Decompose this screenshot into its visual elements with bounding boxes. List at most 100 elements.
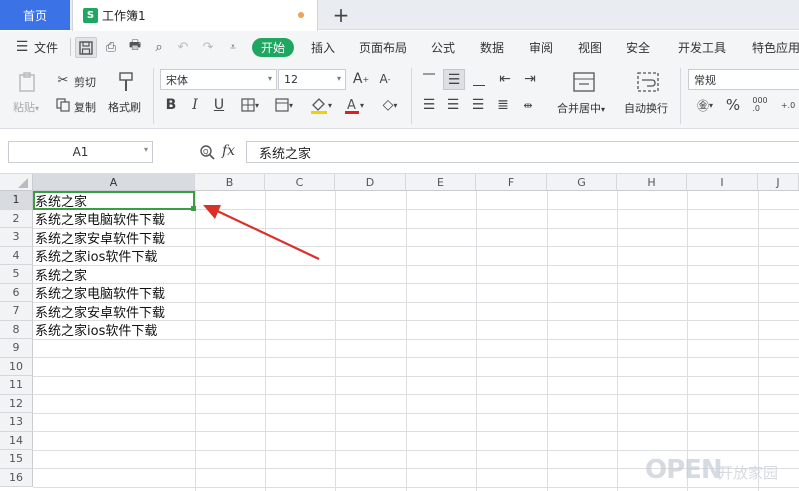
- format-painter-label[interactable]: 格式刷: [108, 99, 141, 115]
- row-header-10[interactable]: 10: [0, 357, 33, 376]
- row-header-1[interactable]: 1: [0, 191, 33, 210]
- number-format-select[interactable]: 常规: [688, 69, 799, 90]
- thousands-separator-icon[interactable]: 000.0: [750, 95, 770, 115]
- row-header-12[interactable]: 12: [0, 394, 33, 413]
- row-header-14[interactable]: 14: [0, 431, 33, 450]
- menu-page-layout[interactable]: 页面布局: [359, 31, 407, 63]
- merge-center-icon[interactable]: [572, 70, 596, 94]
- redo-icon[interactable]: ↷: [199, 38, 217, 56]
- cell-A7[interactable]: 系统之家安卓软件下载: [35, 302, 165, 321]
- tab-home[interactable]: 首页: [0, 0, 70, 30]
- wrap-text-label[interactable]: 自动换行: [624, 100, 668, 116]
- row-header-6[interactable]: 6: [0, 283, 33, 302]
- align-bottom-icon[interactable]: ⎽: [470, 71, 488, 87]
- column-header-A[interactable]: A: [33, 174, 195, 191]
- copy-icon[interactable]: [55, 97, 71, 113]
- row-header-13[interactable]: 13: [0, 413, 33, 432]
- bold-icon[interactable]: B: [162, 96, 180, 114]
- menu-special[interactable]: 特色应用: [752, 31, 799, 63]
- increase-font-icon[interactable]: A +: [352, 70, 370, 88]
- column-header-H[interactable]: H: [617, 174, 687, 191]
- row-header-8[interactable]: 8: [0, 320, 33, 339]
- print-preview-icon[interactable]: ⌕: [150, 38, 168, 56]
- name-box[interactable]: A1 ▾: [8, 141, 153, 163]
- column-header-D[interactable]: D: [335, 174, 406, 191]
- menu-developer[interactable]: 开发工具: [678, 31, 726, 63]
- increase-indent-icon[interactable]: ⇥: [521, 71, 539, 87]
- column-header-G[interactable]: G: [547, 174, 617, 191]
- row-header-7[interactable]: 7: [0, 302, 33, 321]
- cell-A3[interactable]: 系统之家安卓软件下载: [35, 228, 165, 247]
- row-header-11[interactable]: 11: [0, 376, 33, 395]
- column-header-F[interactable]: F: [476, 174, 547, 191]
- menu-view[interactable]: 视图: [578, 31, 602, 63]
- print-icon[interactable]: 🖶: [126, 38, 144, 56]
- row-header-3[interactable]: 3: [0, 228, 33, 247]
- formula-input[interactable]: 系统之家: [246, 141, 799, 163]
- undo-icon[interactable]: ↶: [174, 38, 192, 56]
- cut-label[interactable]: 剪切: [74, 74, 96, 90]
- align-top-icon[interactable]: ⎺: [420, 71, 438, 87]
- column-header-J[interactable]: J: [758, 174, 799, 191]
- menu-icon[interactable]: ☰: [14, 39, 30, 55]
- menu-start[interactable]: 开始: [252, 38, 294, 57]
- row-header-4[interactable]: 4: [0, 246, 33, 265]
- menu-formula[interactable]: 公式: [431, 31, 455, 63]
- cell-style-icon[interactable]: ▾: [270, 96, 298, 114]
- distributed-align-icon[interactable]: ⇹: [518, 97, 538, 113]
- menu-data[interactable]: 数据: [480, 31, 504, 63]
- clear-format-icon[interactable]: ◇ ▾: [376, 96, 404, 114]
- increase-decimal-icon[interactable]: +.0: [777, 95, 799, 115]
- menu-file[interactable]: 文件: [34, 31, 58, 63]
- menu-review[interactable]: 审阅: [529, 31, 553, 63]
- add-tab-button[interactable]: +: [330, 3, 352, 27]
- decrease-indent-icon[interactable]: ⇤: [496, 71, 514, 87]
- quick-access-dropdown-icon[interactable]: ⩡: [224, 38, 242, 56]
- cell-A2[interactable]: 系统之家电脑软件下载: [35, 210, 165, 228]
- active-cell-selection[interactable]: [33, 191, 195, 210]
- tab-workbook[interactable]: S 工作簿1: [72, 0, 318, 31]
- column-header-C[interactable]: C: [265, 174, 335, 191]
- zoom-lookup-icon[interactable]: Q: [198, 143, 216, 161]
- font-color-icon[interactable]: A ▾: [340, 95, 368, 115]
- percent-icon[interactable]: %: [724, 96, 742, 114]
- decrease-font-icon[interactable]: A-: [376, 70, 394, 88]
- border-icon[interactable]: ▾: [236, 96, 264, 114]
- copy-label[interactable]: 复制: [74, 99, 96, 115]
- row-header-5[interactable]: 5: [0, 265, 33, 284]
- italic-icon[interactable]: I: [186, 96, 204, 114]
- select-all-corner[interactable]: [0, 174, 33, 191]
- export-pdf-icon[interactable]: ⎙: [102, 38, 120, 56]
- justify-icon[interactable]: ≣: [494, 97, 512, 113]
- column-header-B[interactable]: B: [195, 174, 265, 191]
- row-header-16[interactable]: 16: [0, 468, 33, 487]
- insert-function-icon[interactable]: fx: [222, 143, 235, 159]
- row-header-2[interactable]: 2: [0, 209, 33, 228]
- cell-A6[interactable]: 系统之家电脑软件下载: [35, 284, 165, 302]
- fill-color-icon[interactable]: ▾: [306, 95, 336, 115]
- merge-center-label[interactable]: 合并居中▾: [557, 100, 605, 116]
- font-size-select[interactable]: 12 ▾: [278, 69, 346, 90]
- row-header-9[interactable]: 9: [0, 339, 33, 358]
- paste-icon[interactable]: [14, 70, 40, 94]
- align-left-icon[interactable]: ☰: [420, 97, 438, 113]
- cell-A4[interactable]: 系统之家ios软件下载: [35, 247, 157, 265]
- wrap-text-icon[interactable]: [636, 70, 660, 94]
- menu-insert[interactable]: 插入: [311, 31, 335, 63]
- underline-icon[interactable]: U: [210, 96, 228, 114]
- currency-icon[interactable]: ㊎ ▾: [691, 96, 719, 114]
- paste-label[interactable]: 粘贴▾: [13, 99, 39, 115]
- save-icon[interactable]: [75, 37, 97, 58]
- align-center-icon[interactable]: ☰: [444, 97, 462, 113]
- menu-security[interactable]: 安全: [626, 31, 650, 63]
- font-name-select[interactable]: 宋体 ▾: [160, 69, 277, 90]
- cut-icon[interactable]: ✂: [55, 72, 71, 88]
- align-right-icon[interactable]: ☰: [469, 97, 487, 113]
- format-painter-icon[interactable]: [115, 70, 137, 94]
- cell-A5[interactable]: 系统之家: [35, 265, 87, 284]
- row-header-15[interactable]: 15: [0, 450, 33, 469]
- column-header-E[interactable]: E: [406, 174, 476, 191]
- column-header-I[interactable]: I: [687, 174, 758, 191]
- cell-A8[interactable]: 系统之家ios软件下载: [35, 321, 157, 339]
- align-middle-icon[interactable]: ☰: [443, 69, 465, 90]
